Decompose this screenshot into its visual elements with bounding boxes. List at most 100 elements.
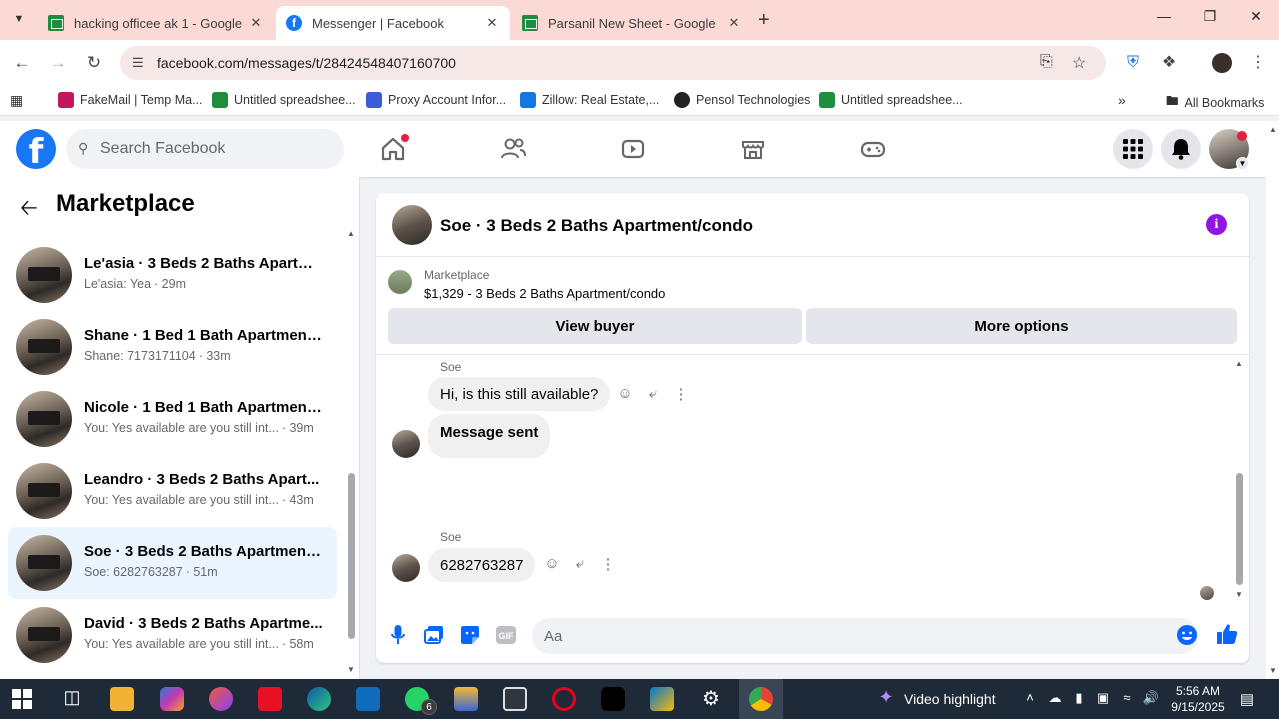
bookmark-untitled-1[interactable]: Untitled spreadshee... [212, 92, 356, 108]
listing-title[interactable]: $1,329 - 3 Beds 2 Baths Apartment/condo [424, 286, 665, 301]
outlook-icon[interactable] [356, 687, 380, 711]
minimize-button[interactable]: — [1152, 8, 1176, 24]
view-buyer-button[interactable]: View buyer [388, 308, 802, 344]
profile-avatar[interactable] [1210, 51, 1234, 75]
back-arrow-icon[interactable]: 🡠 [20, 191, 38, 229]
conversation-soe[interactable]: Soe · 3 Beds 2 Baths Apartment/... Soe: … [8, 527, 337, 599]
bookmark-pensol[interactable]: Pensol Technologies [674, 92, 810, 108]
video-highlight-icon[interactable]: ✦ [874, 687, 898, 711]
windows-start-icon[interactable] [12, 689, 32, 709]
reply-icon[interactable]: ⤶ [570, 555, 590, 572]
conversation-leasia[interactable]: Le'asia · 3 Beds 2 Baths Apartme... Le'a… [8, 239, 337, 311]
menu-grid-button[interactable] [1113, 129, 1153, 169]
tab-parsanil-sheet[interactable]: Parsanil New Sheet - Google Sh ✕ [512, 6, 752, 40]
extensions-puzzle-icon[interactable]: ❖ [1157, 51, 1181, 75]
volume-icon[interactable]: 🔊 [1142, 690, 1160, 706]
conversation-leandro[interactable]: Leandro · 3 Beds 2 Baths Apart... You: Y… [8, 455, 337, 527]
chevron-down-icon[interactable]: ▼ [1236, 157, 1249, 170]
avatar[interactable] [392, 205, 432, 245]
more-bookmarks-chevron-icon[interactable]: » [1118, 92, 1126, 108]
bookmark-zillow[interactable]: Zillow: Real Estate,... [520, 92, 659, 108]
chrome-icon[interactable] [749, 687, 773, 711]
gaming-icon[interactable] [859, 135, 887, 163]
marketplace-icon[interactable] [739, 135, 767, 163]
message-bubble[interactable]: 6282763287 [428, 548, 536, 582]
edge-icon[interactable] [307, 687, 331, 711]
thumbs-up-icon[interactable] [1215, 622, 1239, 646]
search-input[interactable] [100, 129, 336, 169]
all-bookmarks-button[interactable]: 🖿 All Bookmarks [1166, 92, 1264, 113]
scroll-up-arrow-icon[interactable]: ▲ [1269, 125, 1277, 134]
react-emoji-icon[interactable]: ☺ [542, 555, 562, 572]
notification-center-icon[interactable]: ▤ [1238, 690, 1256, 708]
sidebar-scrollbar[interactable] [347, 233, 355, 673]
site-info-icon[interactable]: ☰ [132, 55, 144, 71]
app-icon[interactable] [454, 687, 478, 711]
chat-title[interactable]: Soe · 3 Beds 2 Baths Apartment/condo [440, 216, 753, 236]
wifi-icon[interactable]: ≈ [1118, 690, 1136, 705]
new-tab-button[interactable]: + [758, 9, 770, 32]
system-clock[interactable]: 5:56 AM 9/15/2025 [1164, 683, 1232, 715]
message-bubble[interactable]: Hi, is this still available? [428, 377, 611, 411]
task-view-icon[interactable]: ◫ [60, 687, 84, 711]
tray-app-icon[interactable]: ▣ [1094, 690, 1112, 706]
restore-button[interactable]: ❐ [1198, 8, 1222, 25]
window-close-button[interactable]: ✕ [1244, 8, 1268, 25]
sticker-icon[interactable] [459, 624, 481, 646]
shield-extension-icon[interactable]: ⛨ [1121, 51, 1145, 75]
conversation-shane[interactable]: Shane · 1 Bed 1 Bath Apartment/... Shane… [8, 311, 337, 383]
page-scrollbar[interactable]: ▲ ▼ [1266, 121, 1279, 679]
onedrive-cloud-icon[interactable]: ☁ [1046, 690, 1064, 706]
microphone-icon[interactable] [387, 624, 409, 646]
install-app-icon[interactable]: ⎘ [1040, 53, 1053, 71]
opera-icon[interactable] [552, 687, 576, 711]
scroll-down-arrow-icon[interactable]: ▼ [347, 665, 355, 674]
scroll-down-arrow-icon[interactable]: ▼ [1235, 590, 1243, 599]
file-explorer-icon[interactable] [110, 687, 134, 711]
tab-search-button[interactable]: ▼ [8, 8, 30, 30]
close-icon[interactable]: ✕ [726, 15, 742, 31]
tiktok-icon[interactable] [601, 687, 625, 711]
bookmark-fakemail[interactable]: FakeMail | Temp Ma... [58, 92, 203, 108]
listing-thumbnail[interactable] [388, 270, 412, 294]
media-app-icon[interactable] [258, 687, 282, 711]
message-bubble[interactable]: Message sent [428, 414, 551, 458]
app-icon[interactable] [503, 687, 527, 711]
facebook-logo[interactable]: f [16, 129, 56, 172]
video-highlight-label[interactable]: Video highlight [904, 691, 996, 707]
info-icon[interactable]: i [1206, 214, 1227, 235]
scroll-down-arrow-icon[interactable]: ▼ [1269, 666, 1277, 675]
conversation-nicole[interactable]: Nicole · 1 Bed 1 Bath Apartment/... You:… [8, 383, 337, 455]
message-input[interactable] [532, 618, 1198, 654]
forward-button[interactable]: → [46, 51, 70, 75]
friends-icon[interactable] [499, 135, 527, 163]
copilot-icon[interactable] [160, 687, 184, 711]
bookmark-proxy-account[interactable]: Proxy Account Infor... [366, 92, 506, 108]
url-text[interactable]: facebook.com/messages/t/2842454840716070… [157, 55, 456, 71]
gif-icon[interactable]: GIF [495, 624, 517, 646]
back-button[interactable]: ← [10, 51, 34, 75]
show-hidden-icons-chevron-icon[interactable]: ˄ [1021, 690, 1039, 705]
battery-icon[interactable]: ▮ [1070, 690, 1088, 706]
app-icon[interactable] [209, 687, 233, 711]
emoji-icon[interactable] [1176, 624, 1198, 646]
react-emoji-icon[interactable]: ☺ [615, 385, 635, 402]
microsoft-store-icon[interactable] [650, 687, 674, 711]
notifications-button[interactable] [1161, 129, 1201, 169]
browser-menu-icon[interactable]: ⋮ [1246, 51, 1270, 75]
more-actions-icon[interactable]: ⋮ [598, 555, 618, 573]
settings-gear-icon[interactable]: ⚙ [699, 687, 723, 711]
reply-icon[interactable]: ⤶ [643, 385, 663, 402]
photo-icon[interactable] [423, 624, 445, 646]
close-icon[interactable]: ✕ [248, 15, 264, 31]
tab-messenger[interactable]: f Messenger | Facebook ✕ [276, 6, 510, 40]
more-options-button[interactable]: More options [806, 308, 1237, 344]
apps-grid-icon[interactable]: ▦ [10, 92, 23, 109]
chat-scrollbar[interactable] [1234, 365, 1244, 597]
reload-button[interactable]: ↻ [82, 51, 106, 75]
video-icon[interactable] [619, 135, 647, 163]
tab-hacking-officee[interactable]: hacking officee ak 1 - Google Sh ✕ [38, 6, 274, 40]
more-actions-icon[interactable]: ⋮ [671, 385, 691, 403]
close-icon[interactable]: ✕ [484, 15, 500, 31]
bookmark-untitled-2[interactable]: Untitled spreadshee... [819, 92, 963, 108]
